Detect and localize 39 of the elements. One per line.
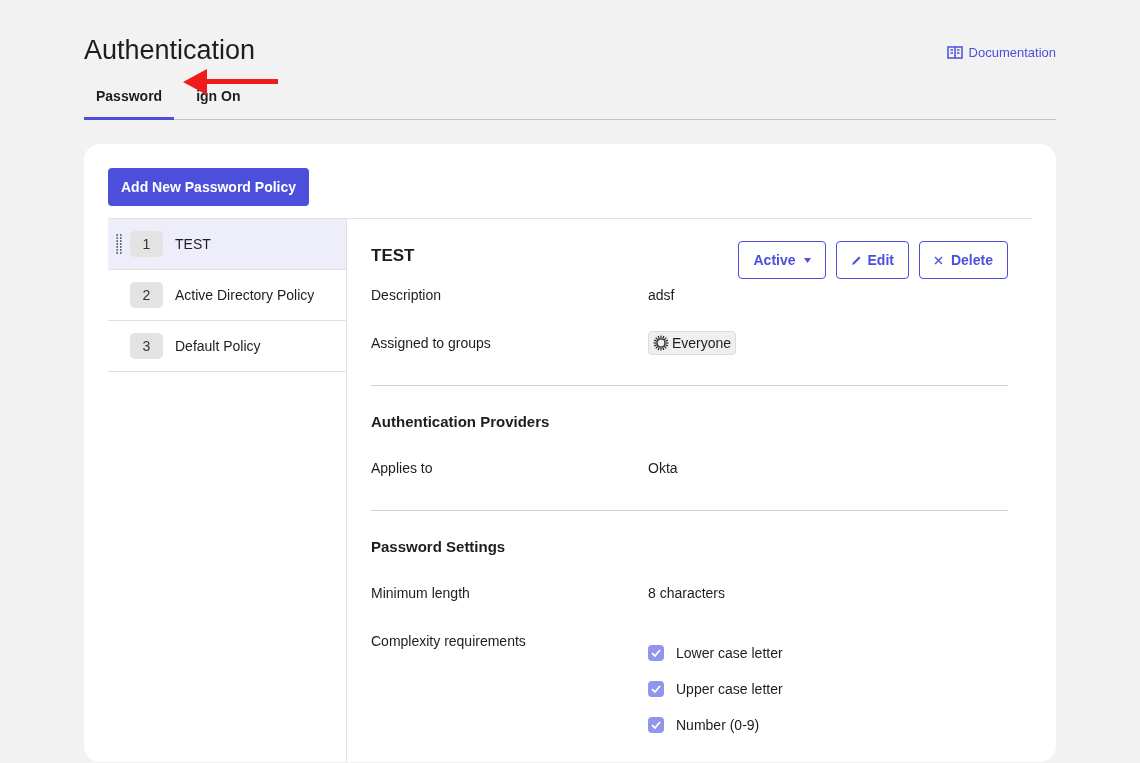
field-value: Okta [648, 459, 678, 478]
page-title: Authentication [84, 34, 256, 67]
pencil-icon [850, 254, 862, 266]
sunburst-icon [653, 335, 669, 351]
delete-button[interactable]: Delete [918, 241, 1008, 279]
policy-number: 3 [130, 333, 163, 359]
field-value: adsf [648, 286, 675, 305]
checkbox-label: Upper case letter [676, 679, 783, 699]
policy-item[interactable]: 1 TEST [108, 219, 346, 270]
caret-icon [803, 257, 811, 263]
policy-title: TEST [371, 245, 415, 267]
checkbox[interactable] [648, 717, 664, 733]
edit-button[interactable]: Edit [835, 241, 909, 279]
checkbox-label: Number (0-9) [676, 715, 760, 735]
checkbox-label: Lower case letter [676, 643, 783, 663]
policy-name: TEST [175, 234, 211, 254]
field-label: Complexity requirements [371, 632, 527, 651]
field-label: Applies to [371, 459, 434, 478]
section-heading: Authentication Providers [371, 412, 551, 432]
policy-number: 1 [130, 231, 163, 257]
tab[interactable]: Password [84, 82, 175, 120]
status-dropdown[interactable]: Active [738, 241, 826, 279]
field-value: 8 characters [648, 584, 726, 603]
policy-name: Default Policy [175, 336, 261, 356]
section-heading: Password Settings [371, 537, 507, 557]
drag-handle-icon[interactable] [116, 234, 122, 254]
book-icon [946, 45, 963, 60]
close-icon [933, 255, 943, 265]
field-label: Description [371, 286, 443, 305]
checkbox[interactable] [648, 645, 664, 661]
field-label: Minimum length [371, 584, 471, 603]
group-tag: Everyone [648, 331, 737, 355]
policy-name: Active Directory Policy [175, 285, 315, 305]
documentation-link[interactable]: Documentation [946, 43, 1056, 63]
policy-number: 2 [130, 282, 163, 308]
checkbox[interactable] [648, 681, 664, 697]
add-policy-button[interactable]: Add New Password Policy [108, 168, 310, 206]
field-label: Assigned to groups [371, 334, 492, 353]
tab[interactable]: ign On [174, 82, 253, 120]
